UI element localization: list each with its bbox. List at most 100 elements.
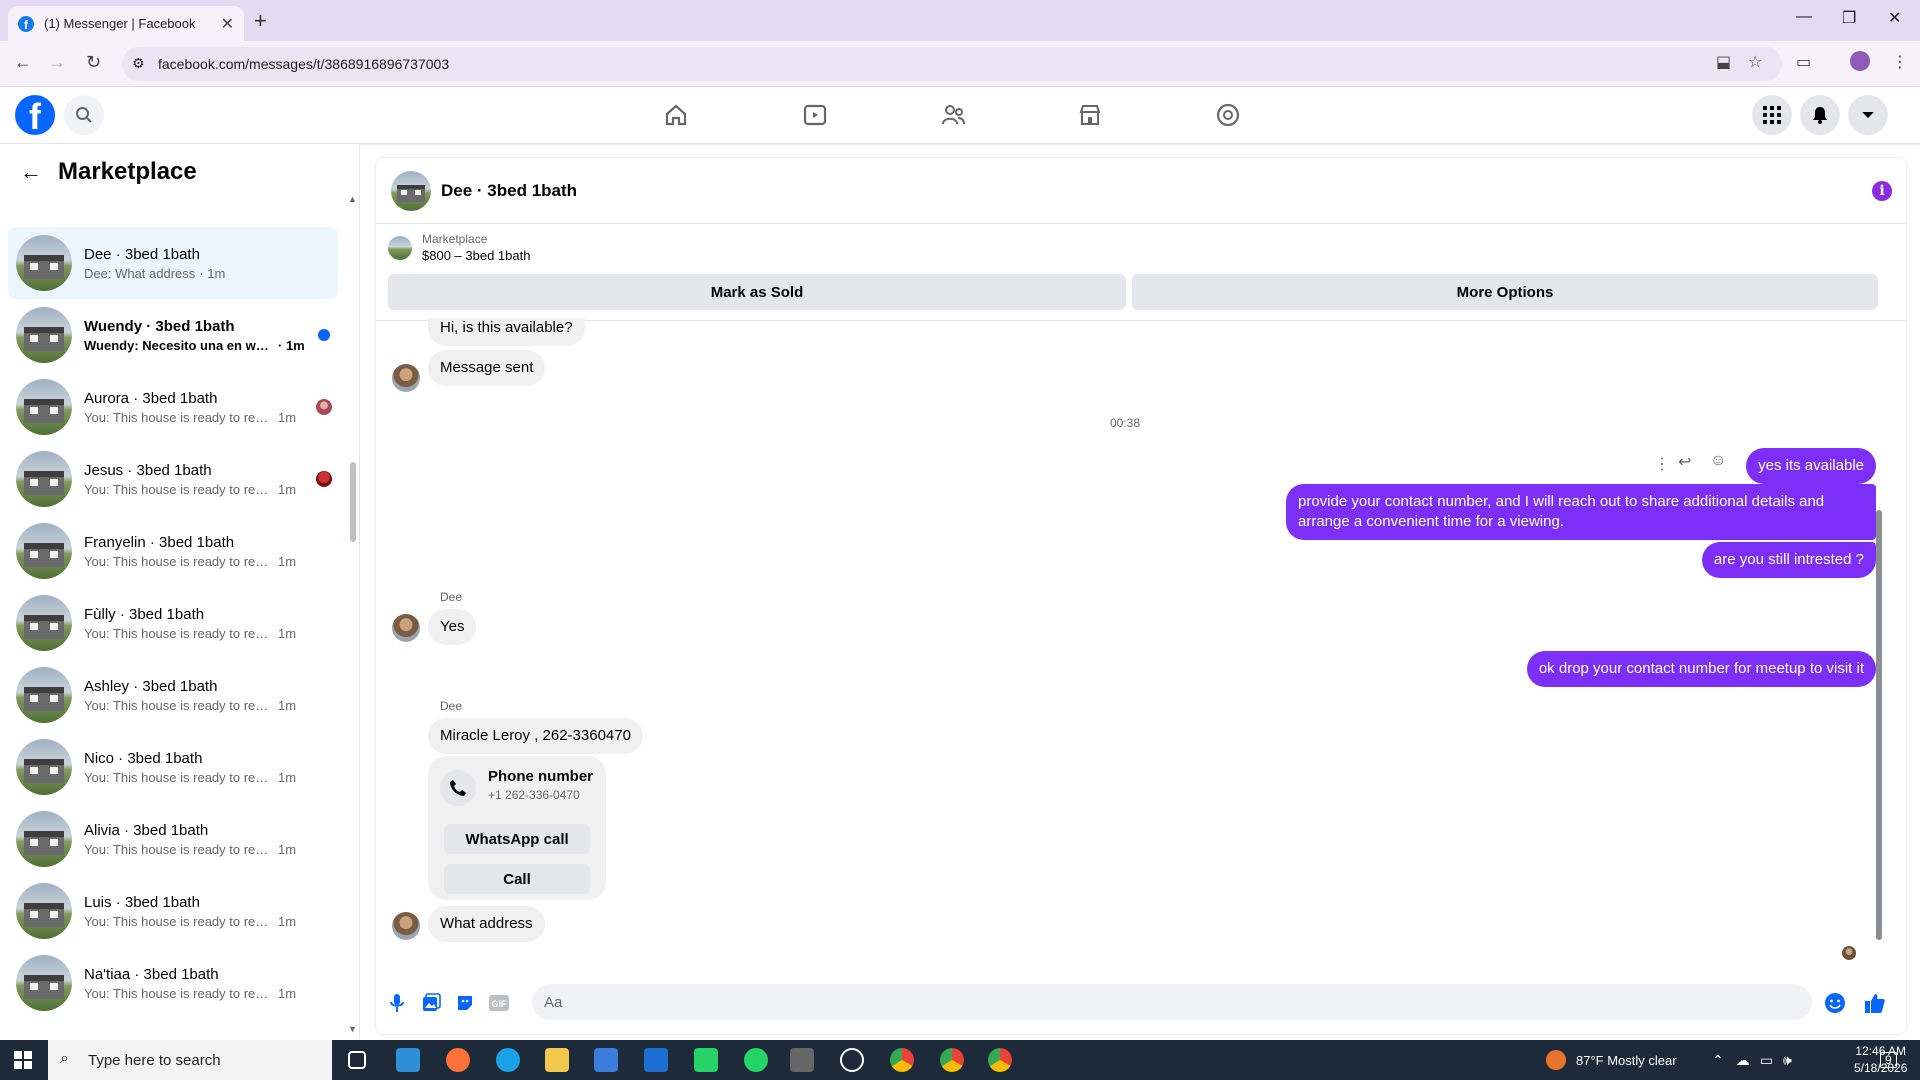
minimize-icon[interactable]: — — [1796, 8, 1812, 26]
conversation-avatar — [16, 667, 72, 723]
browser-tab[interactable]: f (1) Messenger | Facebook ✕ — [8, 6, 244, 41]
conversation-name: Luis · 3bed 1bath — [84, 893, 200, 911]
cloud-icon[interactable]: ☁ — [1736, 1052, 1750, 1069]
chatgpt-app-icon[interactable] — [840, 1048, 864, 1072]
profile-avatar[interactable] — [1850, 51, 1870, 71]
gif-icon[interactable]: GIF — [488, 992, 510, 1014]
whatsapp-app-icon[interactable] — [744, 1048, 768, 1072]
chevron-up-icon[interactable]: ⌃ — [1712, 1052, 1724, 1069]
notepad-app-icon[interactable] — [396, 1048, 420, 1072]
notification-count[interactable]: 9 — [1880, 1052, 1897, 1068]
video-icon[interactable] — [801, 101, 829, 129]
windows-start-icon[interactable] — [14, 1051, 32, 1069]
close-window-icon[interactable]: ✕ — [1888, 8, 1901, 28]
menu-grid-icon[interactable] — [1752, 95, 1792, 135]
thumbs-up-icon[interactable] — [1864, 992, 1886, 1014]
back-arrow-icon[interactable]: ← — [20, 159, 42, 185]
listing-summary[interactable]: Marketplace $800 – 3bed 1bath — [388, 232, 530, 263]
conversation-text: Ashley · 3bed 1bath You: This house is re… — [84, 678, 314, 713]
restore-icon[interactable]: ❐ — [1842, 8, 1856, 28]
conversation-item[interactable]: Na'tiaa · 3bed 1bath You: This house is r… — [8, 947, 338, 1019]
edge-app-icon[interactable] — [496, 1048, 520, 1072]
friends-icon[interactable] — [939, 101, 967, 129]
contact-avatar[interactable] — [392, 912, 420, 940]
incoming-message[interactable]: Hi, is this available? — [428, 318, 585, 346]
conversation-item[interactable]: Luis · 3bed 1bath You: This house is read… — [8, 875, 338, 947]
incoming-message[interactable]: Yes — [428, 609, 477, 645]
outgoing-message[interactable]: yes its available — [1746, 448, 1876, 484]
marketplace-icon[interactable] — [1076, 101, 1104, 129]
more-actions-icon[interactable]: ⋮ — [1654, 454, 1670, 474]
tray-icons[interactable]: ⌃ ☁ ▭ 🕪 — [1712, 1040, 1792, 1080]
contact-avatar[interactable] — [392, 614, 420, 642]
conversation-item[interactable]: Nico · 3bed 1bath You: This house is read… — [8, 731, 338, 803]
bookmark-star-icon[interactable]: ☆ — [1748, 52, 1762, 72]
info-icon[interactable]: i — [1872, 181, 1892, 201]
conversation-item[interactable]: Ashley · 3bed 1bath You: This house is re… — [8, 659, 338, 731]
task-view-icon[interactable] — [348, 1051, 366, 1069]
react-emoji-icon[interactable]: ☺ — [1710, 452, 1726, 470]
whatsapp-business-icon[interactable] — [694, 1048, 718, 1072]
volume-icon[interactable]: 🕪 — [1783, 1052, 1792, 1069]
more-options-button[interactable]: More Options — [1132, 274, 1878, 310]
chrome-profile-icon[interactable] — [940, 1048, 964, 1072]
network-icon[interactable]: ▭ — [1760, 1052, 1773, 1069]
outgoing-message[interactable]: ok drop your contact number for meetup t… — [1526, 651, 1876, 687]
chat-scrollbar[interactable] — [1876, 510, 1882, 940]
sticker-icon[interactable] — [454, 992, 476, 1014]
reply-icon[interactable]: ↩ — [1678, 452, 1691, 472]
mark-as-sold-button[interactable]: Mark as Sold — [388, 274, 1126, 310]
weather-icon[interactable] — [1546, 1050, 1566, 1070]
site-info-icon[interactable]: ⚙ — [132, 55, 145, 72]
chrome-active-icon[interactable] — [988, 1048, 1012, 1072]
notifications-bell-icon[interactable] — [1800, 95, 1840, 135]
search-button[interactable] — [64, 95, 104, 135]
home-icon[interactable] — [662, 101, 690, 129]
gaming-icon[interactable] — [1214, 101, 1242, 129]
store-app-icon[interactable] — [594, 1048, 618, 1072]
whatsapp-call-button[interactable]: WhatsApp call — [444, 824, 590, 854]
cast-icon[interactable]: ▭ — [1796, 52, 1811, 72]
microphone-icon[interactable] — [386, 992, 408, 1014]
account-dropdown-icon[interactable] — [1848, 95, 1888, 135]
forward-icon[interactable]: → — [48, 52, 66, 73]
conversation-item[interactable]: Franyelin · 3bed 1bath You: This house is… — [8, 515, 338, 587]
reload-icon[interactable]: ↻ — [86, 52, 101, 73]
file-explorer-icon[interactable] — [545, 1048, 569, 1072]
contact-avatar[interactable] — [392, 364, 420, 392]
facebook-logo-icon[interactable]: f — [15, 95, 55, 135]
scroll-up-icon[interactable]: ▲ — [348, 194, 357, 204]
photo-icon[interactable] — [420, 992, 442, 1014]
close-tab-icon[interactable]: ✕ — [221, 14, 234, 34]
outlook-app-icon[interactable] — [644, 1048, 668, 1072]
sidebar-scrollbar[interactable] — [350, 462, 356, 542]
outgoing-message[interactable]: provide your contact number, and I will … — [1286, 484, 1876, 540]
incoming-message[interactable]: Message sent — [428, 350, 546, 386]
conversation-item[interactable]: Alivia · 3bed 1bath You: This house is re… — [8, 803, 338, 875]
emoji-icon[interactable] — [1824, 992, 1846, 1014]
taskbar-search-input[interactable]: ⌕ Type here to search — [48, 1040, 332, 1080]
install-app-icon[interactable]: ⬓ — [1716, 52, 1731, 72]
back-icon[interactable]: ← — [14, 52, 32, 73]
conversation-item[interactable]: Fùlly · 3bed 1bath You: This house is rea… — [8, 587, 338, 659]
conversation-item[interactable]: Wuendy · 3bed 1bath Wuendy: Necesito una … — [8, 299, 338, 371]
chrome-app-icon[interactable] — [890, 1048, 914, 1072]
conversation-preview: You: This house is ready to rented ... — [84, 553, 274, 569]
chat-title[interactable]: Dee · 3bed 1bath — [441, 181, 577, 201]
conversation-item[interactable]: Aurora · 3bed 1bath You: This house is re… — [8, 371, 338, 443]
browser-menu-icon[interactable]: ⋮ — [1892, 52, 1908, 72]
scroll-down-icon[interactable]: ▼ — [348, 1024, 357, 1034]
message-input[interactable]: Aa — [532, 984, 1812, 1020]
app-window-icon[interactable] — [790, 1048, 814, 1072]
conversation-item[interactable]: Jesus · 3bed 1bath You: This house is rea… — [8, 443, 338, 515]
weather-text[interactable]: 87°F Mostly clear — [1576, 1053, 1677, 1068]
new-tab-icon[interactable]: + — [254, 8, 267, 34]
chat-avatar[interactable] — [391, 170, 431, 211]
call-button[interactable]: Call — [444, 864, 590, 894]
outgoing-message[interactable]: are you still intrested ? — [1701, 542, 1876, 578]
conversation-item[interactable]: Dee · 3bed 1bath Dee: What address · 1m — [8, 227, 338, 299]
url-input[interactable]: ⚙ facebook.com/messages/t/38689168967370… — [122, 47, 1782, 81]
incoming-message[interactable]: Miracle Leroy , 262-3360470 — [428, 718, 643, 754]
firefox-app-icon[interactable] — [446, 1048, 470, 1072]
incoming-message[interactable]: What address — [428, 906, 545, 942]
